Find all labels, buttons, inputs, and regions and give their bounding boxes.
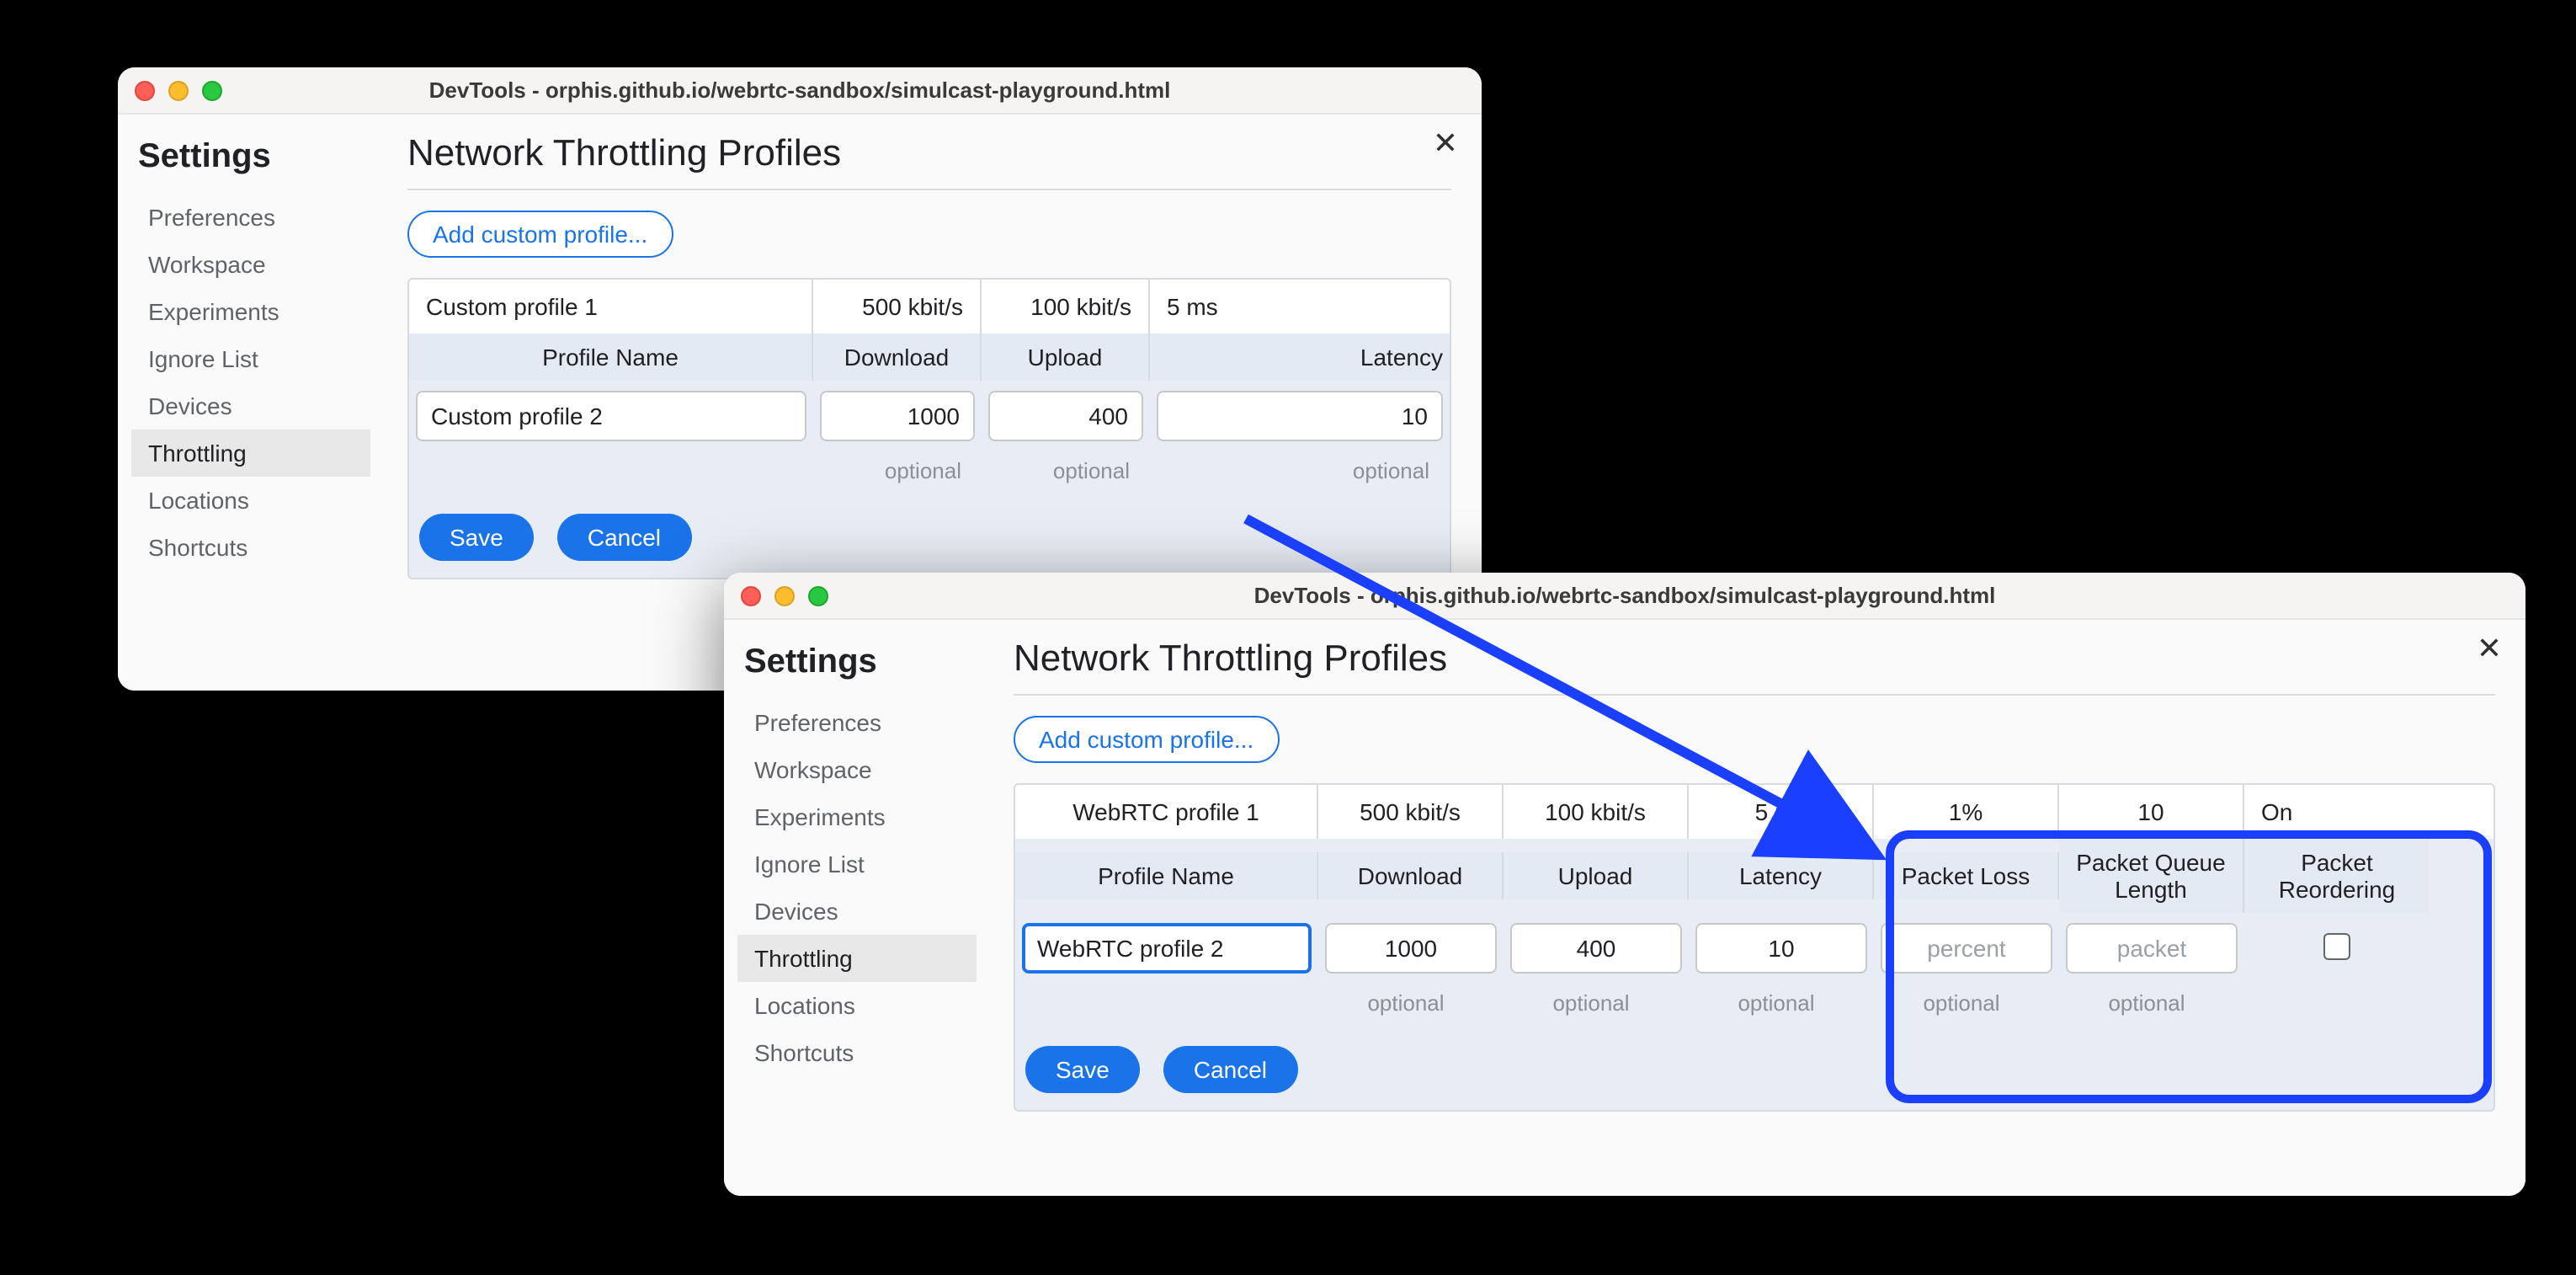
sidebar-item-experiments[interactable]: Experiments [131, 288, 370, 335]
zoom-icon[interactable] [202, 80, 222, 100]
window-title: DevTools - orphis.github.io/webrtc-sandb… [118, 77, 1482, 103]
save-button[interactable]: Save [1025, 1046, 1140, 1093]
cell-latency: 5 ms [1150, 280, 1450, 333]
page-title: Network Throttling Profiles [1014, 637, 2495, 696]
packet-loss-input[interactable] [1881, 923, 2052, 974]
col-latency: Latency [1689, 852, 1874, 899]
upload-input[interactable] [1510, 923, 1682, 974]
download-input[interactable] [1325, 923, 1497, 974]
cell-loss: 1% [1874, 785, 2059, 839]
sidebar-item-workspace[interactable]: Workspace [737, 746, 977, 793]
hint-upload: optional [992, 455, 1140, 483]
close-settings-icon[interactable]: ✕ [2477, 633, 2502, 664]
edit-row [1015, 913, 2494, 984]
hints-row: optional optional optional [409, 451, 1450, 497]
settings-main: ✕ Network Throttling Profiles Add custom… [977, 620, 2525, 1196]
profile-name-input[interactable] [416, 391, 806, 441]
hint-download: optional [1328, 987, 1493, 1016]
upload-input[interactable] [988, 391, 1143, 441]
cell-queue: 10 [2059, 785, 2244, 839]
cell-name: Custom profile 1 [409, 280, 813, 333]
sidebar-item-shortcuts[interactable]: Shortcuts [131, 524, 370, 571]
sidebar-item-locations[interactable]: Locations [737, 982, 977, 1029]
col-download: Download [1318, 852, 1504, 899]
hints-row: optional optional optional optional opti… [1015, 984, 2494, 1029]
sidebar-item-shortcuts[interactable]: Shortcuts [737, 1029, 977, 1076]
column-headers: Profile Name Download Upload Latency [409, 333, 1450, 381]
table-row[interactable]: Custom profile 1 500 kbit/s 100 kbit/s 5… [409, 280, 1450, 333]
hint-queue: optional [2069, 987, 2234, 1016]
traffic-lights [135, 80, 222, 100]
settings-heading: Settings [131, 135, 370, 194]
cell-download: 500 kbit/s [813, 280, 982, 333]
sidebar-item-throttling[interactable]: Throttling [131, 429, 370, 477]
sidebar-item-ignore-list[interactable]: Ignore List [131, 335, 370, 382]
profile-name-input[interactable] [1022, 923, 1312, 974]
titlebar[interactable]: DevTools - orphis.github.io/webrtc-sandb… [724, 573, 2525, 620]
sidebar-item-devices[interactable]: Devices [131, 382, 370, 429]
col-name: Profile Name [1015, 852, 1318, 899]
button-row: Save Cancel [1015, 1029, 2494, 1110]
sidebar-item-preferences[interactable]: Preferences [131, 194, 370, 241]
cell-upload: 100 kbit/s [982, 280, 1150, 333]
sidebar-item-throttling[interactable]: Throttling [737, 935, 977, 982]
cancel-button[interactable]: Cancel [1163, 1046, 1297, 1093]
settings-sidebar: Settings Preferences Workspace Experimen… [724, 620, 977, 1196]
table-row[interactable]: WebRTC profile 1 500 kbit/s 100 kbit/s 5… [1015, 785, 2494, 839]
minimize-icon[interactable] [168, 80, 189, 100]
profiles-table: WebRTC profile 1 500 kbit/s 100 kbit/s 5… [1014, 783, 2495, 1112]
latency-input[interactable] [1695, 923, 1867, 974]
cell-reorder: On [2244, 785, 2430, 839]
col-packet-reorder: Packet Reordering [2244, 839, 2430, 913]
add-custom-profile-button[interactable]: Add custom profile... [1014, 716, 1279, 763]
close-settings-icon[interactable]: ✕ [1433, 128, 1458, 158]
col-packet-queue: Packet Queue Length [2059, 839, 2244, 913]
settings-sidebar: Settings Preferences Workspace Experimen… [118, 115, 370, 691]
profiles-table: Custom profile 1 500 kbit/s 100 kbit/s 5… [407, 278, 1451, 579]
sidebar-item-locations[interactable]: Locations [131, 477, 370, 524]
hint-loss: optional [1884, 987, 2049, 1016]
latency-input[interactable] [1157, 391, 1443, 441]
cell-latency: 5 ms [1689, 785, 1874, 839]
sidebar-item-preferences[interactable]: Preferences [737, 699, 977, 746]
sidebar-item-ignore-list[interactable]: Ignore List [737, 840, 977, 888]
edit-row [409, 381, 1450, 451]
cancel-button[interactable]: Cancel [557, 514, 691, 561]
minimize-icon[interactable] [774, 585, 795, 605]
window-title: DevTools - orphis.github.io/webrtc-sandb… [724, 583, 2525, 608]
download-input[interactable] [820, 391, 975, 441]
hint-latency: optional [1699, 987, 1864, 1016]
sidebar-item-experiments[interactable]: Experiments [737, 793, 977, 840]
col-upload: Upload [982, 333, 1150, 381]
col-name: Profile Name [409, 333, 813, 381]
save-button[interactable]: Save [419, 514, 534, 561]
col-latency: Latency [1150, 333, 1450, 381]
hint-download: optional [823, 455, 971, 483]
col-packet-loss: Packet Loss [1874, 852, 2059, 899]
traffic-lights [741, 585, 828, 605]
zoom-icon[interactable] [808, 585, 828, 605]
packet-queue-input[interactable] [2066, 923, 2238, 974]
devtools-window-after: DevTools - orphis.github.io/webrtc-sandb… [724, 573, 2525, 1196]
sidebar-item-workspace[interactable]: Workspace [131, 241, 370, 288]
sidebar-item-devices[interactable]: Devices [737, 888, 977, 935]
col-upload: Upload [1504, 852, 1689, 899]
column-headers: Profile Name Download Upload Latency Pac… [1015, 839, 2494, 913]
page-title: Network Throttling Profiles [407, 131, 1451, 190]
hint-upload: optional [1514, 987, 1679, 1016]
hint-latency: optional [1160, 455, 1440, 483]
close-icon[interactable] [741, 585, 761, 605]
packet-reorder-checkbox[interactable] [2323, 932, 2350, 959]
button-row: Save Cancel [409, 497, 1450, 578]
cell-download: 500 kbit/s [1318, 785, 1504, 839]
cell-name: WebRTC profile 1 [1015, 785, 1318, 839]
settings-heading: Settings [737, 640, 977, 699]
add-custom-profile-button[interactable]: Add custom profile... [407, 211, 673, 258]
cell-upload: 100 kbit/s [1504, 785, 1689, 839]
titlebar[interactable]: DevTools - orphis.github.io/webrtc-sandb… [118, 67, 1482, 115]
col-download: Download [813, 333, 982, 381]
close-icon[interactable] [135, 80, 155, 100]
